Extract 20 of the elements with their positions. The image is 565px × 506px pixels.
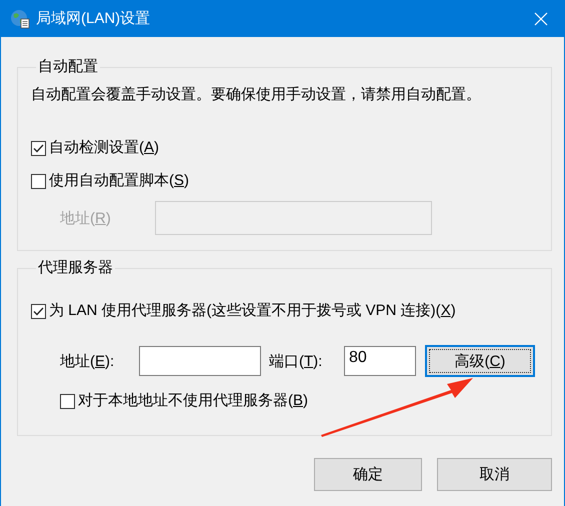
description-text: 自动配置会覆盖手动设置。要确保使用手动设置，请禁用自动配置。 (31, 85, 482, 105)
field-label: 端口(T): (269, 352, 324, 370)
globe-icon (10, 8, 30, 28)
field-label: 地址(R) (60, 208, 112, 228)
advanced-button[interactable]: 高级(C) (425, 345, 535, 377)
ok-button[interactable]: 确定 (314, 458, 422, 491)
group-title: 自动配置 (37, 58, 99, 76)
cancel-button[interactable]: 取消 (437, 458, 552, 491)
address-field[interactable] (139, 346, 261, 376)
checkmark-icon (33, 306, 44, 316)
checkmark-icon (33, 144, 44, 152)
close-icon (534, 12, 548, 26)
port-field[interactable]: 80 (344, 346, 416, 376)
checkbox[interactable]: 自动检测设置(A) (31, 138, 551, 158)
window-title: 局域网(LAN)设置 (36, 9, 152, 28)
group-title: 代理服务器 (37, 259, 114, 277)
checkbox[interactable]: 为 LAN 使用代理服务器(这些设置不用于拨号或 VPN 连接)(X) (31, 301, 551, 321)
checkbox[interactable]: 使用自动配置脚本(S) (31, 171, 551, 191)
checkbox[interactable]: 对于本地地址不使用代理服务器(B) (60, 391, 551, 411)
field-label: 地址(E): (60, 352, 116, 370)
